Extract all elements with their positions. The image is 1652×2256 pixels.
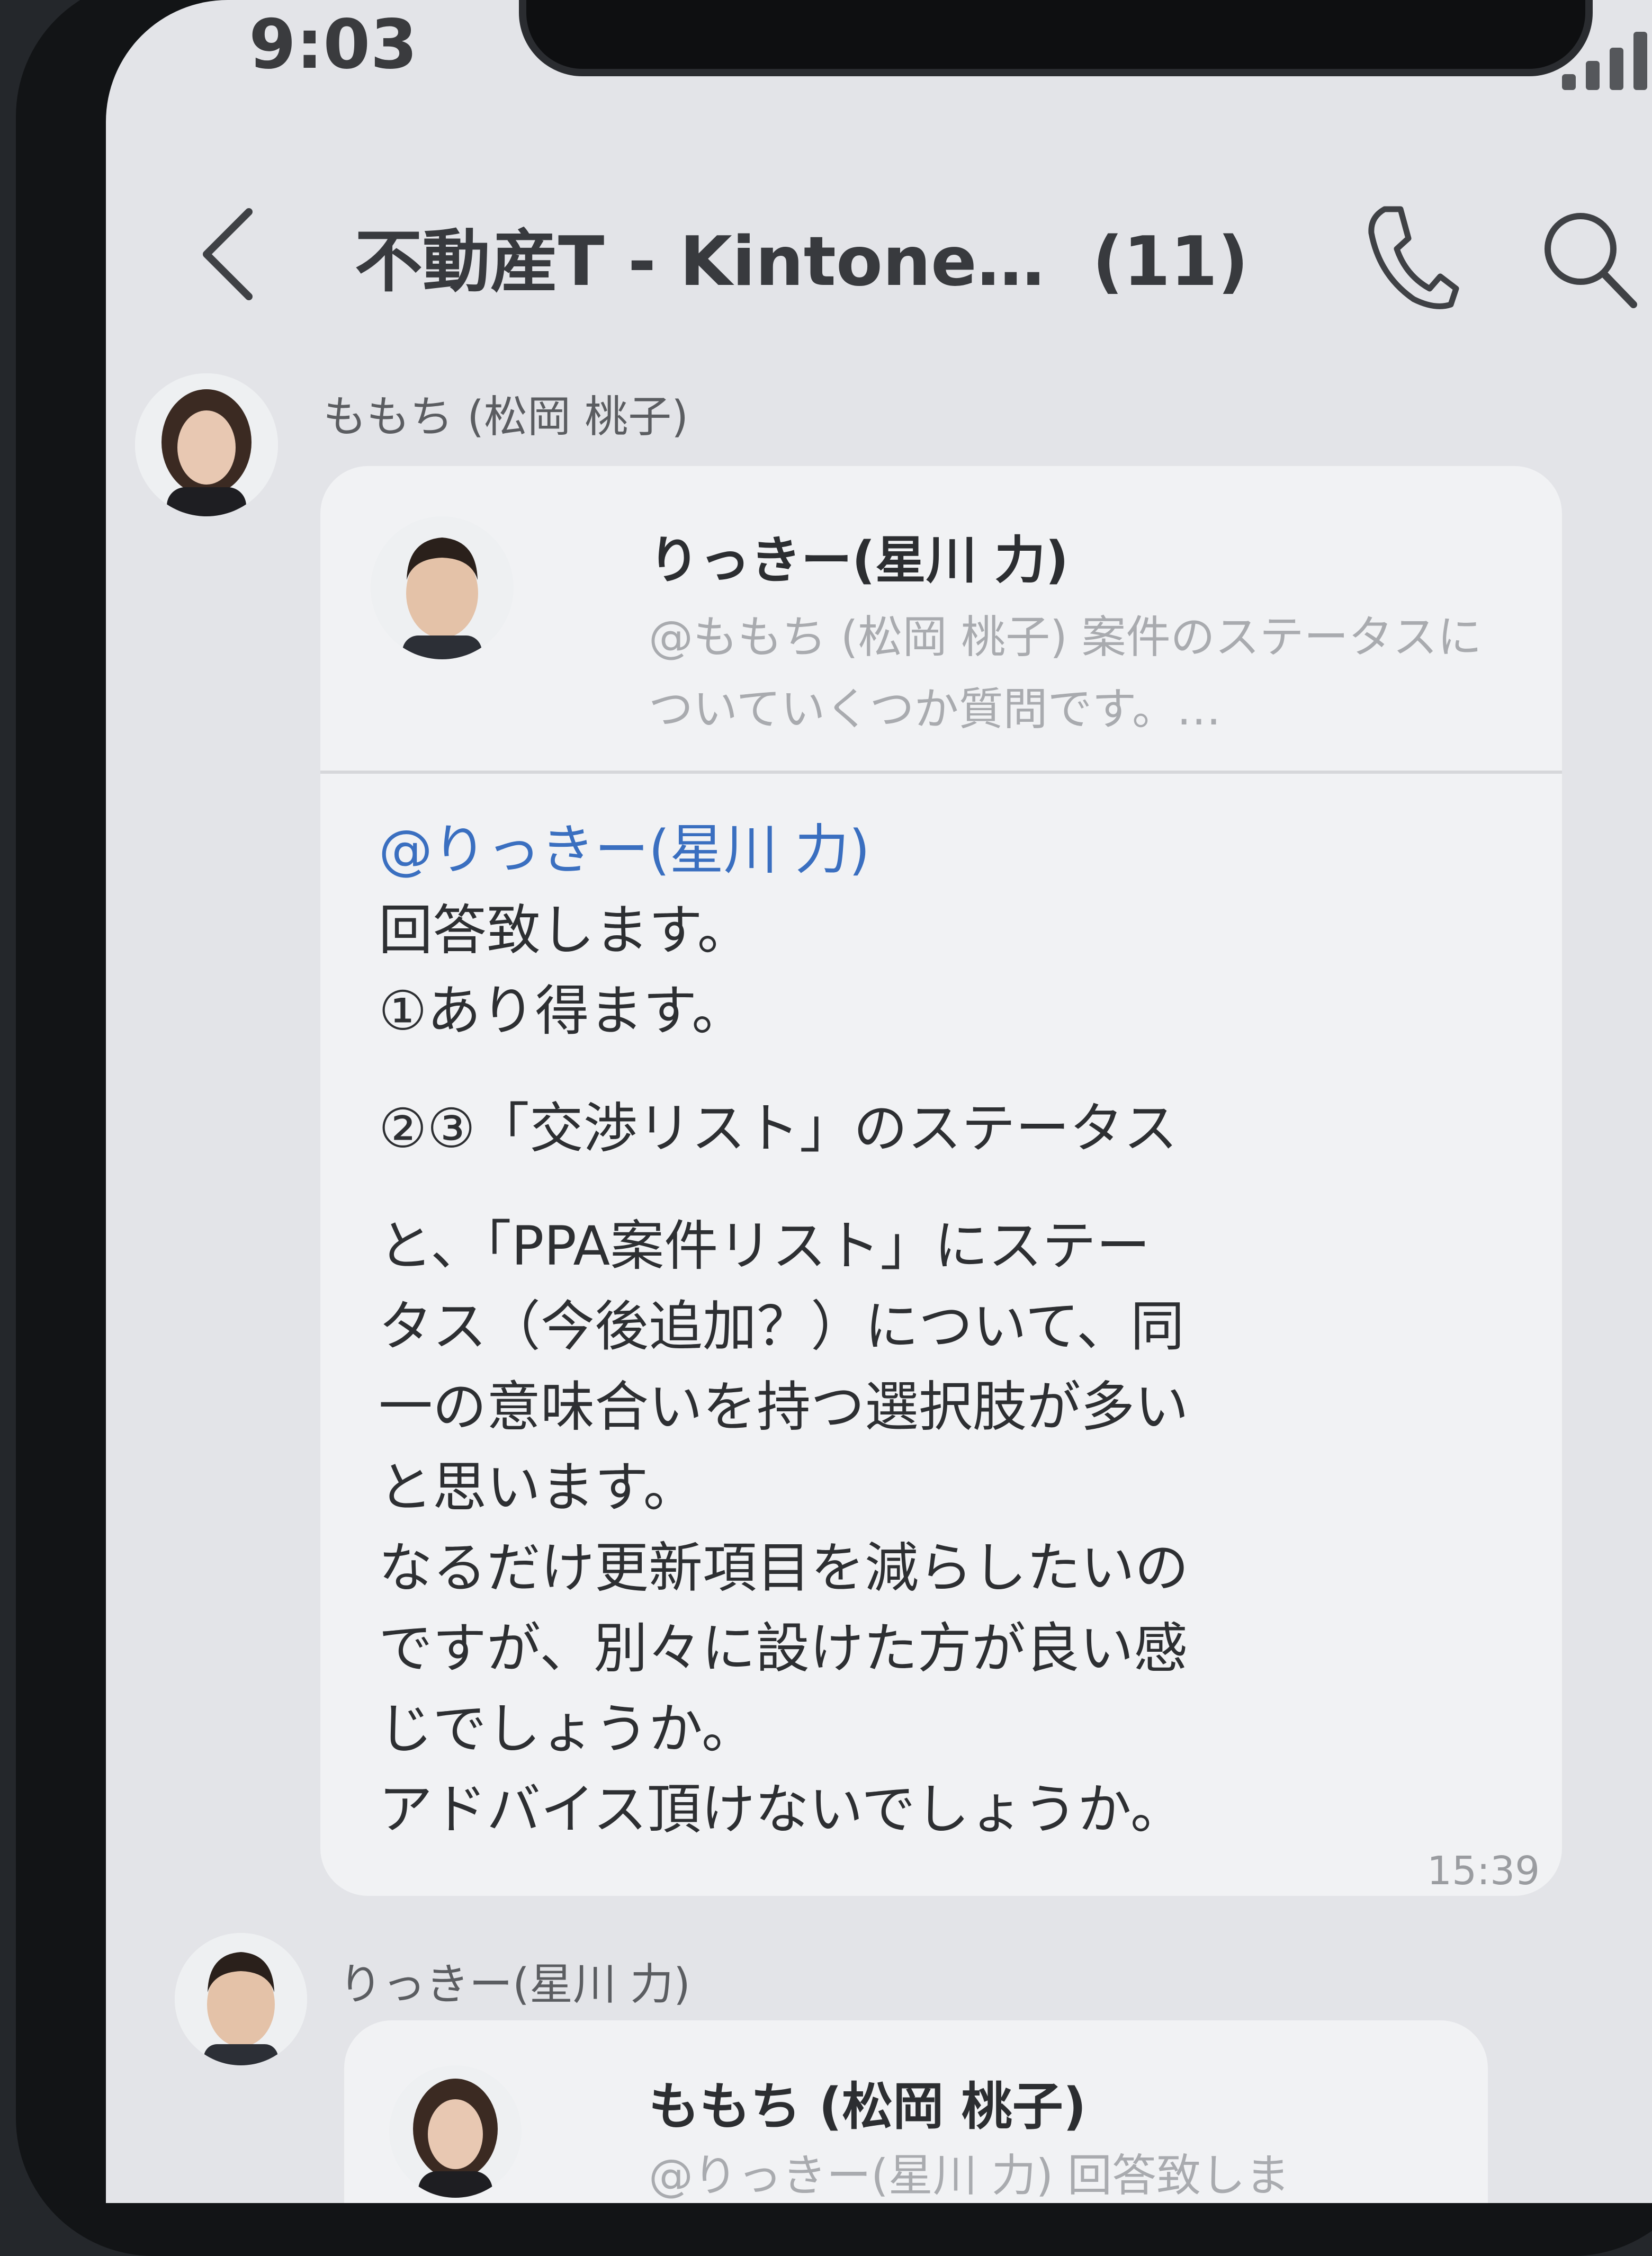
- quote-avatar: [371, 516, 514, 659]
- avatar-momochi[interactable]: [135, 373, 278, 516]
- call-button[interactable]: [1355, 196, 1461, 312]
- back-chevron-icon: [203, 208, 253, 300]
- message-line: なるだけ更新項目を減らしたいの: [379, 1537, 1189, 1600]
- message-time: 15:39: [1427, 1848, 1540, 1894]
- chat-header: 不動産T - Kintone… (11): [106, 169, 1652, 328]
- chat-screen: 9:03 不動産T - Kintone… (11) ももち (松岡 桃子) りっ…: [106, 0, 1652, 2203]
- message-line: 回答致します。: [379, 899, 751, 962]
- camera-notch: [519, 0, 1593, 76]
- search-icon: [1545, 213, 1637, 308]
- back-button[interactable]: [191, 201, 275, 307]
- message-bubble[interactable]: りっきー(星川 力) @ももち (松岡 桃子) 案件のステータスについていくつか…: [320, 466, 1562, 1896]
- quote-text: @ももち (松岡 桃子) 案件のステータスについていくつか質問です。…: [649, 611, 1482, 735]
- member-count: (11): [1092, 222, 1249, 301]
- message-line: と思います。: [379, 1456, 697, 1519]
- message-line: アドバイス頂けないでしょうか。: [379, 1778, 1184, 1841]
- avatar-rikki[interactable]: [175, 1933, 307, 2065]
- message-line: タス（今後追加？）について、同: [379, 1295, 1184, 1358]
- message-body: @りっきー(星川 力) 回答致します。 ①あり得ます。 ②③「交渉リスト」のステ…: [379, 810, 1189, 1850]
- message-line: ①あり得ます。: [379, 980, 746, 1043]
- message-line: ②③「交渉リスト」のステータス: [379, 1097, 1178, 1160]
- status-time: 9:03: [249, 5, 418, 84]
- message-bubble[interactable]: ももち (松岡 桃子) @りっきー(星川 力) 回答致しま: [344, 2020, 1488, 2203]
- quoted-message[interactable]: りっきー(星川 力) @ももち (松岡 桃子) 案件のステータスについていくつか…: [320, 466, 1562, 774]
- message-line: ですが、別々に設けた方が良い感: [379, 1617, 1188, 1680]
- quote-sender-name: りっきー(星川 力): [649, 531, 1069, 590]
- chat-title-text: 不動産T - Kintone…: [355, 222, 1045, 301]
- phone-icon: [1368, 206, 1459, 309]
- signal-icon: [1562, 32, 1652, 90]
- mention-link[interactable]: @りっきー(星川 力): [379, 810, 1189, 891]
- chat-title: 不動産T - Kintone… (11): [355, 207, 1249, 305]
- quote-avatar: [389, 2065, 522, 2198]
- sender-name: りっきー(星川 力): [339, 1959, 691, 2010]
- message-line: じでしょうか。: [379, 1698, 756, 1761]
- quote-sender-name: ももち (松岡 桃子): [649, 2077, 1087, 2136]
- search-button[interactable]: [1536, 201, 1641, 312]
- message-line: と、「PPA案件リスト」にステー: [379, 1215, 1151, 1278]
- message-line: 一の意味合いを持つ選択肢が多い: [379, 1376, 1189, 1439]
- quote-text: @りっきー(星川 力) 回答致しま: [649, 2150, 1290, 2201]
- sender-name: ももち (松岡 桃子): [323, 392, 689, 442]
